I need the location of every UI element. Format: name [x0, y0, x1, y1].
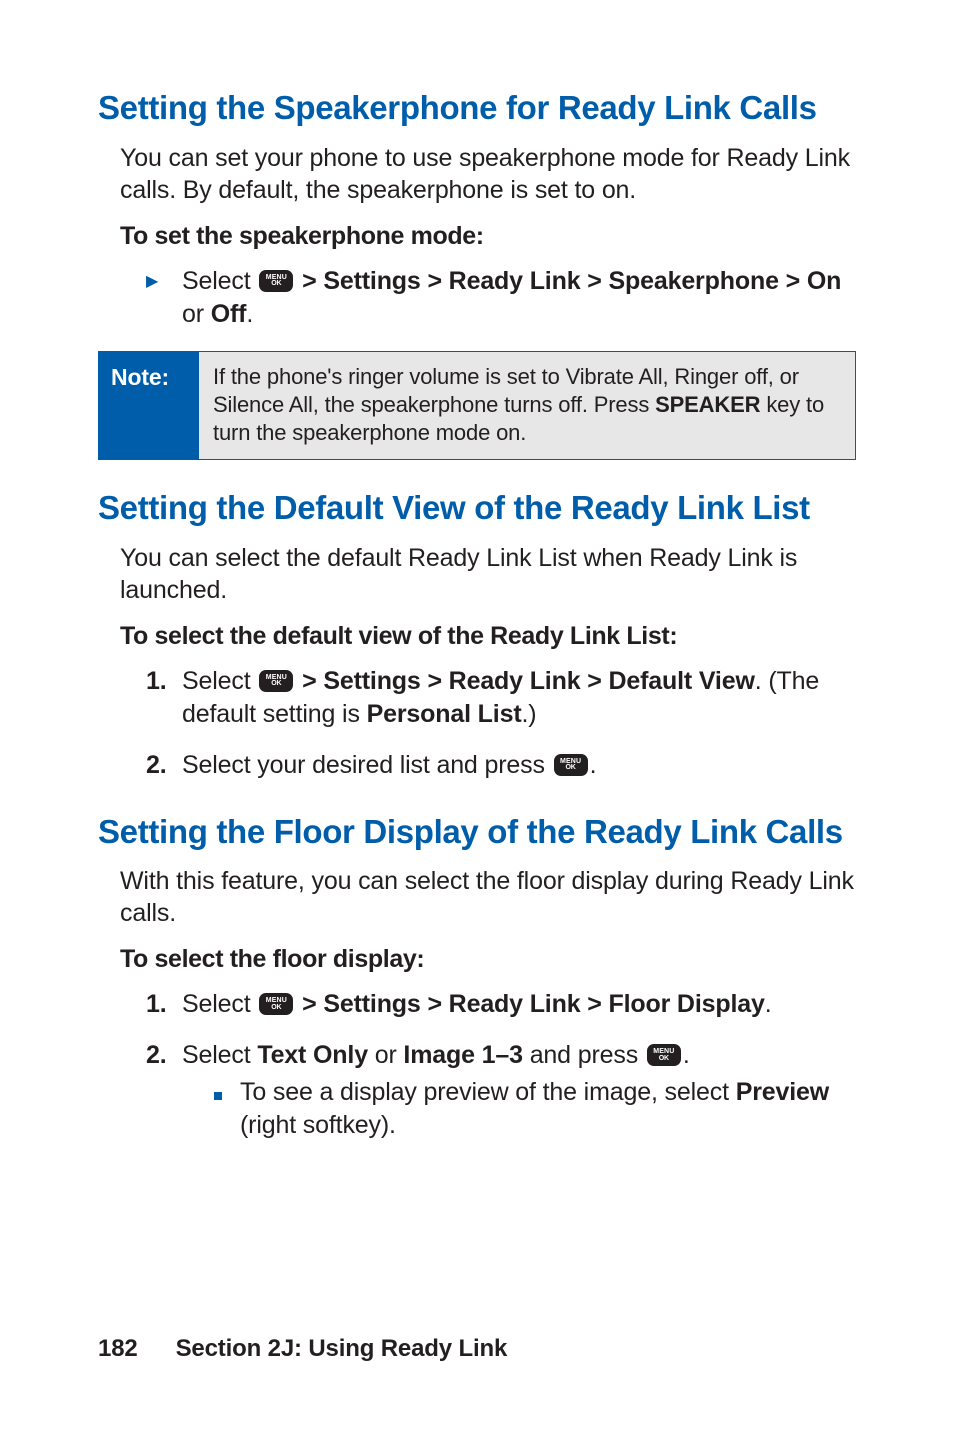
- text-bold: SPEAKER: [655, 392, 760, 417]
- page-number: 182: [98, 1335, 138, 1363]
- heading-floor-display: Setting the Floor Display of the Ready L…: [98, 812, 856, 852]
- menu-ok-key-icon: [259, 993, 293, 1015]
- sub-bullet: To see a display preview of the image, s…: [98, 1076, 856, 1141]
- text-bold: Text Only: [257, 1041, 368, 1069]
- text-fragment: Select: [182, 1041, 257, 1069]
- text-fragment: Select your desired list and press: [182, 751, 552, 779]
- menu-ok-key-icon: [647, 1044, 681, 1066]
- text-bold: > Settings > Ready Link > Floor Display: [295, 990, 764, 1018]
- text-bold: > Settings > Ready Link > Speakerphone >…: [295, 267, 841, 295]
- paragraph: You can set your phone to use speakerpho…: [98, 142, 856, 206]
- text-fragment: .: [246, 300, 253, 328]
- menu-ok-key-icon: [259, 270, 293, 292]
- paragraph: You can select the default Ready Link Li…: [98, 542, 856, 606]
- subheading: To select the default view of the Ready …: [98, 622, 856, 651]
- text-fragment: (right softkey).: [240, 1111, 396, 1139]
- note-label: Note:: [99, 352, 199, 459]
- text-bold: Personal List: [367, 700, 522, 728]
- text-fragment: .): [522, 700, 537, 728]
- text-bold: > Settings > Ready Link > Default View: [295, 667, 754, 695]
- text-bold: Preview: [736, 1078, 829, 1106]
- step-number: 2.: [146, 1039, 182, 1072]
- menu-ok-key-icon: [554, 754, 588, 776]
- page-content: Setting the Speakerphone for Ready Link …: [0, 0, 954, 1141]
- text-fragment: Select: [182, 267, 257, 295]
- heading-default-view: Setting the Default View of the Ready Li…: [98, 488, 856, 528]
- text-fragment: .: [590, 751, 597, 779]
- text-fragment: To see a display preview of the image, s…: [240, 1078, 736, 1106]
- step-text: Select > Settings > Ready Link > Default…: [182, 665, 856, 731]
- step-text: Select > Settings > Ready Link > Floor D…: [182, 988, 856, 1021]
- numbered-step: 2. Select Text Only or Image 1–3 and pre…: [98, 1039, 856, 1072]
- text-fragment: or: [368, 1041, 403, 1069]
- numbered-step: 1. Select > Settings > Ready Link > Floo…: [98, 988, 856, 1021]
- step-number: 1.: [146, 988, 182, 1021]
- page-footer: 182 Section 2J: Using Ready Link: [98, 1335, 856, 1363]
- square-bullet-icon: [214, 1076, 240, 1141]
- bullet-marker-icon: ▶: [146, 265, 182, 331]
- paragraph: With this feature, you can select the fl…: [98, 865, 856, 929]
- heading-speakerphone: Setting the Speakerphone for Ready Link …: [98, 88, 856, 128]
- text-bold: Image 1–3: [403, 1041, 522, 1069]
- text-fragment: .: [765, 990, 772, 1018]
- menu-ok-key-icon: [259, 670, 293, 692]
- numbered-step: 2. Select your desired list and press .: [98, 749, 856, 782]
- sub-bullet-text: To see a display preview of the image, s…: [240, 1076, 856, 1141]
- step-text: Select Text Only or Image 1–3 and press …: [182, 1039, 856, 1072]
- step-number: 2.: [146, 749, 182, 782]
- instruction-bullet: ▶ Select > Settings > Ready Link > Speak…: [98, 265, 856, 331]
- text-fragment: Select: [182, 990, 257, 1018]
- instruction-text: Select > Settings > Ready Link > Speaker…: [182, 265, 856, 331]
- text-fragment: and press: [523, 1041, 645, 1069]
- text-fragment: Select: [182, 667, 257, 695]
- step-number: 1.: [146, 665, 182, 731]
- section-label: Section 2J: Using Ready Link: [176, 1335, 508, 1363]
- text-fragment: .: [683, 1041, 690, 1069]
- text-bold: Off: [211, 300, 247, 328]
- note-body: If the phone's ringer volume is set to V…: [199, 352, 855, 459]
- text-fragment: or: [182, 300, 211, 328]
- subheading: To select the floor display:: [98, 945, 856, 974]
- note-box: Note: If the phone's ringer volume is se…: [98, 351, 856, 460]
- numbered-step: 1. Select > Settings > Ready Link > Defa…: [98, 665, 856, 731]
- step-text: Select your desired list and press .: [182, 749, 856, 782]
- subheading: To set the speakerphone mode:: [98, 222, 856, 251]
